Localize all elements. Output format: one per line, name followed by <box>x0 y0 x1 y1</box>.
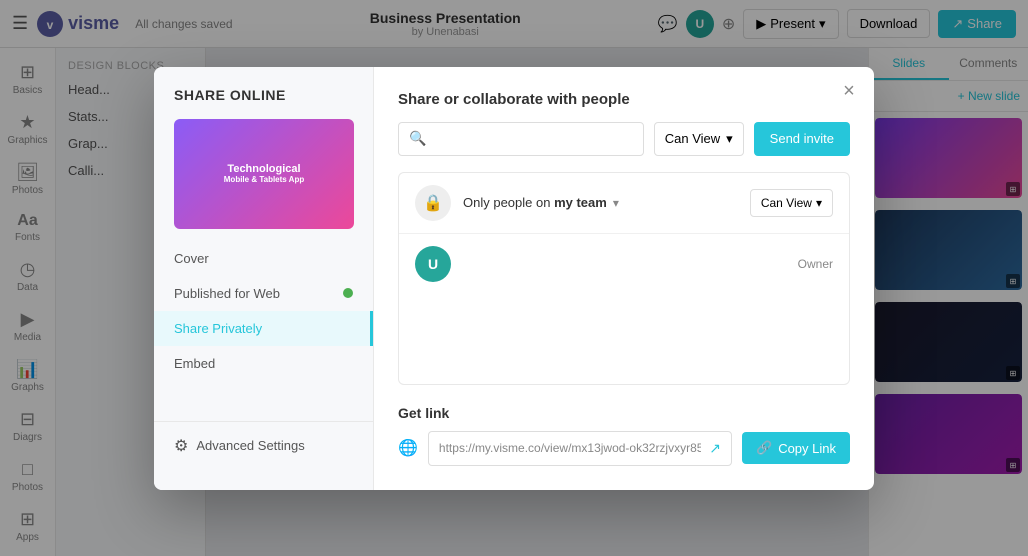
permission-dropdown[interactable]: Can View ▾ <box>654 122 744 156</box>
modal-nav-share-privately[interactable]: Share Privately <box>154 311 373 346</box>
preview-text: Technological Mobile & Tablets App <box>224 163 304 184</box>
invite-search-input[interactable] <box>432 131 632 146</box>
share-list: 🔒 Only people on my team ▾ Can View ▾ <box>398 172 850 385</box>
share-row-team: 🔒 Only people on my team ▾ Can View ▾ <box>399 173 849 234</box>
share-row-user: U Owner <box>399 234 849 294</box>
modal-right-panel: × Share or collaborate with people 🔍 Can… <box>374 67 874 490</box>
modal-title: SHARE ONLINE <box>154 87 373 119</box>
link-row: 🌐 ↗ 🔗 Copy Link <box>398 431 850 466</box>
get-link-title: Get link <box>398 405 850 421</box>
invite-search-wrap: 🔍 <box>398 122 644 156</box>
search-icon: 🔍 <box>409 130 426 147</box>
modal-nav-cover[interactable]: Cover <box>154 241 373 276</box>
user-avatar-share: U <box>415 246 451 282</box>
chevron-down-icon: ▾ <box>726 131 733 147</box>
advanced-settings-button[interactable]: ⚙ Advanced Settings <box>154 421 373 470</box>
team-avatar: 🔒 <box>415 185 451 221</box>
link-url-input[interactable] <box>439 441 701 455</box>
settings-icon: ⚙ <box>174 436 188 456</box>
invite-row: 🔍 Can View ▾ Send invite <box>398 122 850 156</box>
section-title: Share or collaborate with people <box>398 91 850 108</box>
external-link-icon[interactable]: ↗ <box>709 440 721 457</box>
modal-nav-embed[interactable]: Embed <box>154 346 373 381</box>
published-dot <box>343 288 353 298</box>
link-globe-icon: 🌐 <box>398 438 418 458</box>
team-perm-dropdown[interactable]: Can View ▾ <box>750 189 833 217</box>
team-name: Only people on my team ▾ <box>463 195 750 210</box>
get-link-section: Get link 🌐 ↗ 🔗 Copy Link <box>398 405 850 466</box>
link-input-wrap: ↗ <box>428 431 732 466</box>
copy-link-button[interactable]: 🔗 Copy Link <box>742 432 850 464</box>
close-button[interactable]: × <box>834 77 864 107</box>
owner-label: Owner <box>798 257 833 271</box>
modal-left-panel: SHARE ONLINE Technological Mobile & Tabl… <box>154 67 374 490</box>
modal-preview-thumbnail: Technological Mobile & Tablets App <box>174 119 354 229</box>
team-info: Only people on my team ▾ <box>463 195 750 210</box>
modal-nav-published[interactable]: Published for Web <box>154 276 373 311</box>
send-invite-button[interactable]: Send invite <box>754 122 850 156</box>
user-permission: Owner <box>798 257 833 271</box>
team-permission: Can View ▾ <box>750 189 833 217</box>
chevron-down-icon: ▾ <box>816 196 822 210</box>
team-chevron-icon[interactable]: ▾ <box>613 196 619 210</box>
share-modal: SHARE ONLINE Technological Mobile & Tabl… <box>154 67 874 490</box>
copy-icon: 🔗 <box>756 440 772 456</box>
modal-overlay: SHARE ONLINE Technological Mobile & Tabl… <box>0 0 1028 556</box>
